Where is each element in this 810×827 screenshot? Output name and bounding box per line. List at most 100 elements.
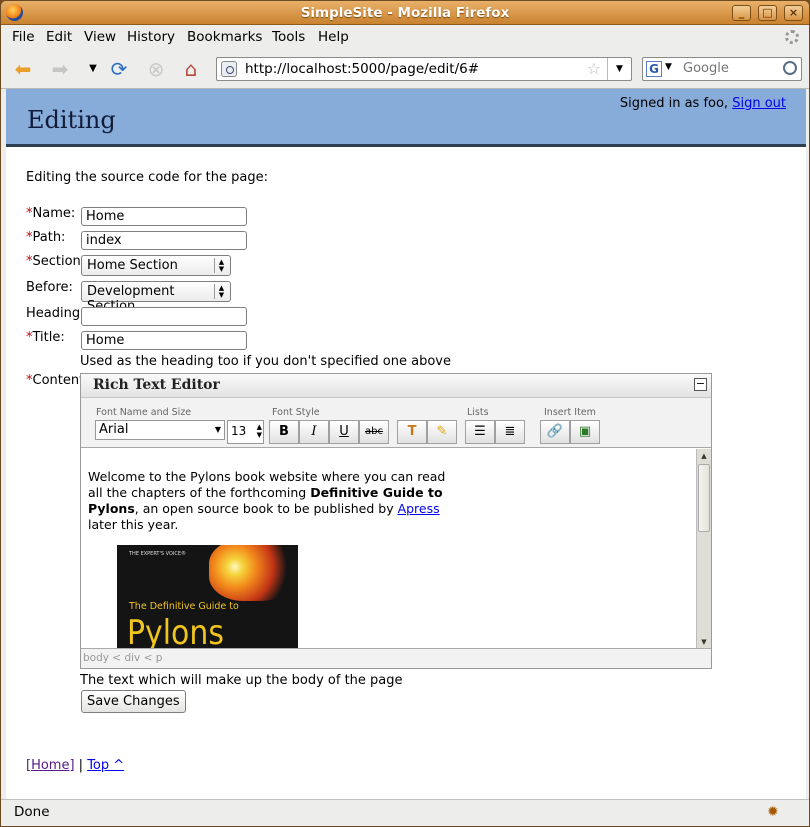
name-field[interactable]: Home: [81, 207, 247, 226]
underline-button[interactable]: U: [329, 420, 359, 444]
apress-link[interactable]: Apress: [398, 501, 440, 516]
menu-edit[interactable]: Edit: [46, 29, 72, 45]
throbber-icon: [785, 30, 799, 44]
menu-history[interactable]: History: [127, 29, 175, 45]
top-link[interactable]: Top ^: [87, 758, 124, 773]
editor-content-area[interactable]: Welcome to the Pylons book website where…: [81, 449, 696, 649]
page-title: Editing: [27, 106, 116, 134]
editor-title: Rich Text Editor: [93, 377, 220, 393]
search-bar[interactable]: G ▼: [642, 57, 802, 81]
cover-sun-graphic: [209, 545, 295, 601]
link-icon: 🔗: [546, 424, 564, 439]
menu-bar: File Edit View History Bookmarks Tools H…: [1, 25, 809, 49]
sign-out-link[interactable]: Sign out: [732, 96, 786, 111]
font-name-select[interactable]: Arial ▼: [95, 420, 225, 440]
search-icon[interactable]: [783, 61, 797, 75]
rich-text-editor: Rich Text Editor − Font Name and Size Fo…: [80, 373, 712, 669]
home-link[interactable]: [Home]: [26, 758, 75, 773]
scroll-down-icon[interactable]: ▼: [698, 636, 710, 648]
highlight-button[interactable]: ✎: [427, 420, 457, 444]
site-identity-icon[interactable]: [221, 61, 237, 77]
cover-subtitle: The Definitive Guide to: [129, 601, 239, 612]
section-select[interactable]: Home Section ▲ ▼: [81, 255, 231, 276]
maximize-button[interactable]: □: [758, 5, 777, 21]
highlighter-icon: ✎: [436, 424, 448, 439]
cover-tagline: THE EXPERT'S VOICE®: [129, 551, 187, 557]
font-size-select[interactable]: 13 ▲ ▼: [227, 420, 264, 444]
forward-icon[interactable]: ➡: [48, 57, 72, 81]
lists-group-label: Lists: [467, 407, 489, 418]
heading-field[interactable]: [81, 307, 247, 326]
title-field[interactable]: Home: [81, 331, 247, 350]
menu-tools[interactable]: Tools: [272, 29, 305, 45]
stop-icon[interactable]: ⊗: [144, 57, 168, 81]
window-title: SimpleSite - Mozilla Firefox: [300, 5, 510, 21]
collapse-icon[interactable]: −: [694, 378, 707, 391]
select-arrows-icon: ▲ ▼: [214, 284, 228, 299]
chevron-down-icon: ▼: [214, 425, 222, 434]
editor-title-bar: Rich Text Editor −: [81, 374, 711, 398]
style-group-label: Font Style: [272, 407, 320, 418]
bookmark-star-icon[interactable]: ☆: [587, 59, 601, 78]
url-text[interactable]: http://localhost:5000/page/edit/6#: [245, 61, 479, 77]
insert-group-label: Insert Item: [544, 407, 596, 418]
search-input[interactable]: [683, 61, 778, 76]
title-bar: SimpleSite - Mozilla Firefox _ □ ×: [1, 1, 809, 25]
numbered-list-button[interactable]: ≣: [495, 420, 525, 444]
numbered-list-icon: ≣: [504, 424, 516, 439]
signed-in-text: Signed in as foo,: [619, 96, 729, 111]
content-hint: The text which will make up the body of …: [80, 673, 403, 688]
reload-icon[interactable]: ⟳: [107, 57, 131, 81]
text-color-button[interactable]: T: [397, 420, 427, 444]
heading-label: Heading:: [26, 306, 85, 321]
insert-link-button[interactable]: 🔗: [540, 420, 570, 444]
italic-button[interactable]: I: [299, 420, 329, 444]
editor-scrollbar[interactable]: ▲ ▼: [696, 449, 711, 649]
name-label: *Name:: [26, 206, 76, 221]
url-dropdown-icon[interactable]: ▼: [607, 58, 631, 80]
status-bar: Done ✹: [1, 799, 809, 826]
home-icon[interactable]: ⌂: [179, 57, 203, 81]
stepper-icon: ▲ ▼: [256, 423, 262, 439]
minimize-button[interactable]: _: [732, 5, 751, 21]
section-label: *Section:: [26, 254, 86, 269]
scroll-thumb[interactable]: [698, 464, 710, 532]
menu-bookmarks[interactable]: Bookmarks: [187, 29, 262, 45]
before-select[interactable]: Development Section▲▼: [81, 281, 231, 314]
history-dropdown-icon[interactable]: ▼: [81, 57, 105, 81]
google-engine-icon[interactable]: G: [646, 61, 662, 77]
page-content: Editing Signed in as foo, Sign out Editi…: [6, 89, 806, 799]
signed-in-info: Signed in as foo, Sign out: [620, 96, 786, 111]
footer-links: [Home] | Top ^: [26, 758, 124, 773]
scroll-up-icon[interactable]: ▲: [698, 450, 710, 462]
insert-image-button[interactable]: ▣: [570, 420, 600, 444]
cover-title: Pylons: [127, 613, 224, 649]
url-bar[interactable]: http://localhost:5000/page/edit/6# ☆ ▼: [216, 57, 632, 81]
editor-paragraph: Welcome to the Pylons book website where…: [88, 469, 446, 532]
menu-file[interactable]: File: [12, 29, 35, 45]
before-label: Before:: [26, 280, 73, 295]
save-changes-button[interactable]: Save Changes: [81, 690, 186, 713]
back-icon[interactable]: ⬅: [11, 57, 35, 81]
footer-separator: |: [74, 758, 88, 773]
font-group-label: Font Name and Size: [96, 407, 192, 418]
close-button[interactable]: ×: [784, 5, 803, 21]
text-color-icon: T: [407, 424, 417, 439]
bullet-list-button[interactable]: ☰: [465, 420, 495, 444]
select-arrows-icon: ▲ ▼: [214, 258, 228, 273]
bold-button[interactable]: B: [269, 420, 299, 444]
site-header: Editing Signed in as foo, Sign out: [6, 89, 806, 147]
menu-help[interactable]: Help: [318, 29, 349, 45]
browser-window: SimpleSite - Mozilla Firefox _ □ × File …: [0, 0, 810, 827]
menu-view[interactable]: View: [84, 29, 116, 45]
title-hint: Used as the heading too if you don't spe…: [80, 354, 451, 369]
firebug-icon[interactable]: ✹: [767, 804, 783, 820]
engine-dropdown-icon[interactable]: ▼: [665, 62, 672, 72]
strikethrough-button[interactable]: abc: [359, 420, 389, 444]
path-label: *Path:: [26, 230, 66, 245]
intro-text: Editing the source code for the page:: [26, 170, 268, 185]
path-field[interactable]: index: [81, 231, 247, 250]
status-text: Done: [14, 804, 50, 820]
book-cover-image: THE EXPERT'S VOICE® The Definitive Guide…: [117, 545, 298, 649]
title-label: *Title:: [26, 330, 65, 345]
